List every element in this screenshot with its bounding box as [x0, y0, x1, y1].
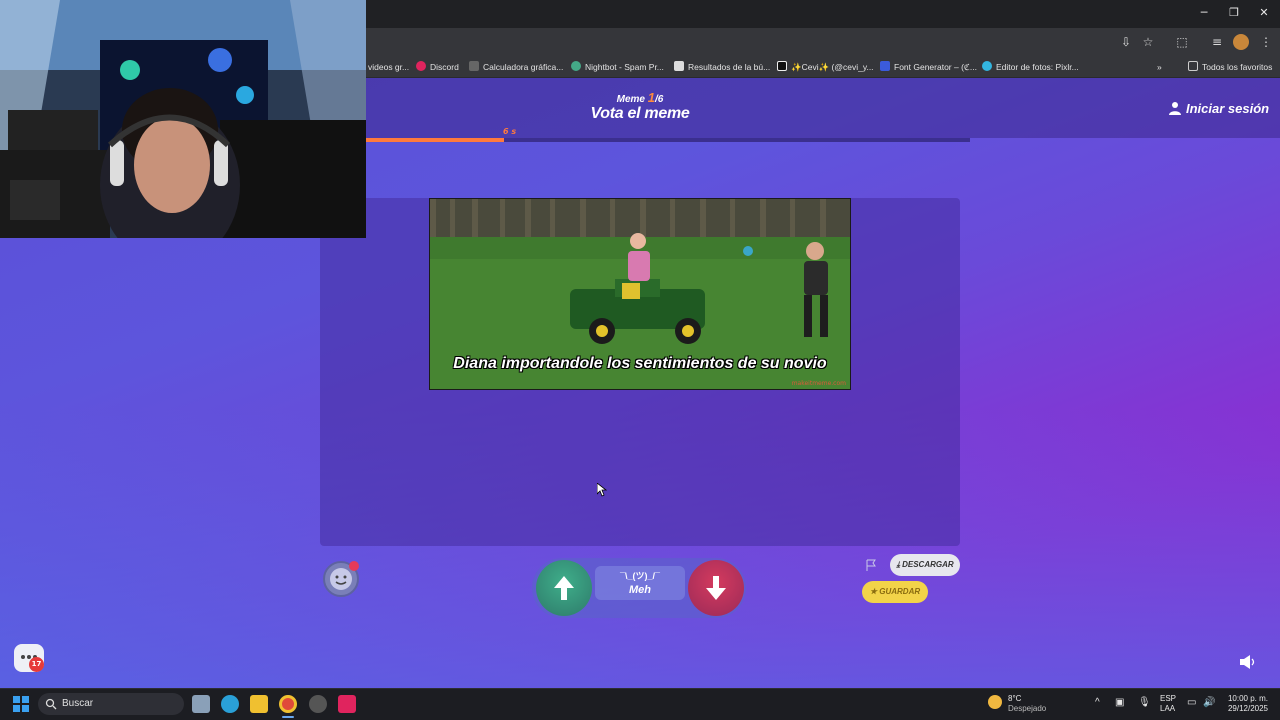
- speaker-icon[interactable]: [1239, 654, 1257, 670]
- counter-prefix: Meme: [616, 94, 645, 105]
- webcam-overlay: [0, 0, 366, 238]
- minimize-button[interactable]: ─: [1188, 4, 1220, 22]
- keyboard-lang-2[interactable]: LAA: [1160, 704, 1175, 714]
- bookmark-item[interactable]: ✨Cevi✨ (@cevi_y...: [777, 60, 874, 74]
- mouse-cursor-icon: [597, 483, 607, 497]
- bookmark-item[interactable]: Calculadora gráfica...: [469, 60, 563, 74]
- meh-label: Meh: [629, 584, 651, 596]
- upvote-button[interactable]: [536, 560, 592, 616]
- active-app-indicator: [282, 716, 294, 718]
- notification-dot: [349, 561, 359, 571]
- graph-icon: [469, 61, 479, 71]
- network-icon[interactable]: ▭: [1187, 698, 1196, 708]
- search-icon: [45, 698, 57, 710]
- tiktok-icon: [777, 61, 787, 71]
- pixlr-icon: [982, 61, 992, 71]
- taskbar-search-input[interactable]: [38, 693, 184, 715]
- bookmark-item[interactable]: videos gr...: [368, 60, 409, 74]
- report-flag-icon[interactable]: [866, 559, 876, 571]
- meme-counter: Meme 1/6: [590, 90, 690, 105]
- weather-desc: Despejado: [1008, 704, 1047, 713]
- downvote-button[interactable]: [688, 560, 744, 616]
- login-button[interactable]: Iniciar sesión: [1168, 100, 1269, 118]
- profile-avatar-icon[interactable]: [1233, 34, 1249, 50]
- bookmark-item[interactable]: Discord: [416, 60, 459, 74]
- extensions-icon[interactable]: ⬚: [1174, 34, 1190, 50]
- meme-image: Diana importandole los sentimientos de s…: [429, 198, 851, 390]
- tiktok-live-icon[interactable]: [338, 695, 356, 713]
- bookmark-item[interactable]: Font Generator – (ℭ...: [880, 60, 977, 74]
- login-label: Iniciar sesión: [1186, 101, 1270, 116]
- more-bookmarks-chevron-icon[interactable]: »: [1157, 60, 1162, 74]
- obs-icon[interactable]: [309, 695, 327, 713]
- font-generator-icon: [880, 61, 890, 71]
- restore-button[interactable]: ❐: [1218, 4, 1250, 22]
- bookmark-item[interactable]: Editor de fotos: Pixlr...: [982, 60, 1079, 74]
- meh-button[interactable]: ¯\_(ツ)_/¯ Meh: [595, 566, 685, 600]
- all-bookmarks-folder[interactable]: Todos los favoritos: [1188, 60, 1272, 74]
- timer-label: 6 s: [503, 127, 517, 136]
- nightbot-icon: [571, 61, 581, 71]
- menu-kebab-icon[interactable]: ⋮: [1258, 34, 1274, 50]
- shrug-face: ¯\_(ツ)_/¯: [620, 571, 660, 581]
- save-label: GUARDAR: [879, 587, 921, 596]
- counter-current: 1: [647, 90, 656, 105]
- page-title: Vota el meme: [590, 105, 690, 122]
- chrome-icon[interactable]: [279, 695, 297, 713]
- volume-icon[interactable]: 🔊: [1203, 698, 1215, 708]
- bookmark-item[interactable]: Resultados de la bú...: [674, 60, 770, 74]
- arrow-down-icon: [706, 576, 726, 600]
- chat-count-badge: 17: [29, 657, 44, 672]
- taskbar-search-placeholder: Buscar: [62, 698, 94, 709]
- bookmark-item[interactable]: Nightbot - Spam Pr...: [571, 60, 664, 74]
- moon-weather-icon: [988, 695, 1002, 709]
- keyboard-lang-1[interactable]: ESP: [1160, 694, 1176, 704]
- clock-time[interactable]: 10:00 p. m.: [1226, 694, 1268, 704]
- weather-temp: 8°C: [1008, 694, 1022, 703]
- install-app-icon[interactable]: ⇩: [1118, 34, 1134, 50]
- webcam-feed-graphic: [0, 0, 366, 238]
- edge-icon[interactable]: [221, 695, 239, 713]
- windows-start-icon[interactable]: [13, 696, 29, 712]
- file-explorer-icon[interactable]: [250, 695, 268, 713]
- star-icon: ★: [869, 587, 880, 596]
- microphone-icon[interactable]: 🎙: [1138, 698, 1151, 708]
- discord-icon: [416, 61, 426, 71]
- task-view-icon[interactable]: [192, 695, 210, 713]
- close-button[interactable]: ✕: [1248, 4, 1280, 22]
- tray-app-icon[interactable]: ▣: [1115, 698, 1124, 708]
- arrow-up-icon: [554, 576, 574, 600]
- meme-caption: Diana importandole los sentimientos de s…: [453, 355, 827, 372]
- save-button[interactable]: ★ GUARDAR: [862, 581, 928, 603]
- show-hidden-icons-chevron[interactable]: ^: [1095, 698, 1100, 708]
- star-bookmark-icon[interactable]: ☆: [1140, 34, 1156, 50]
- reaction-avatar-button[interactable]: [323, 561, 359, 597]
- download-button[interactable]: ⤓ DESCARGAR: [890, 554, 960, 576]
- user-icon: [1169, 102, 1181, 115]
- folder-icon: [1188, 61, 1198, 71]
- clock-date[interactable]: 29/12/2025: [1226, 704, 1268, 714]
- meme-watermark: makeitmeme.com: [791, 380, 846, 387]
- download-label: DESCARGAR: [902, 560, 954, 569]
- search-results-icon: [674, 61, 684, 71]
- media-control-icon[interactable]: ≡: [1209, 34, 1225, 50]
- counter-total: /6: [655, 94, 664, 105]
